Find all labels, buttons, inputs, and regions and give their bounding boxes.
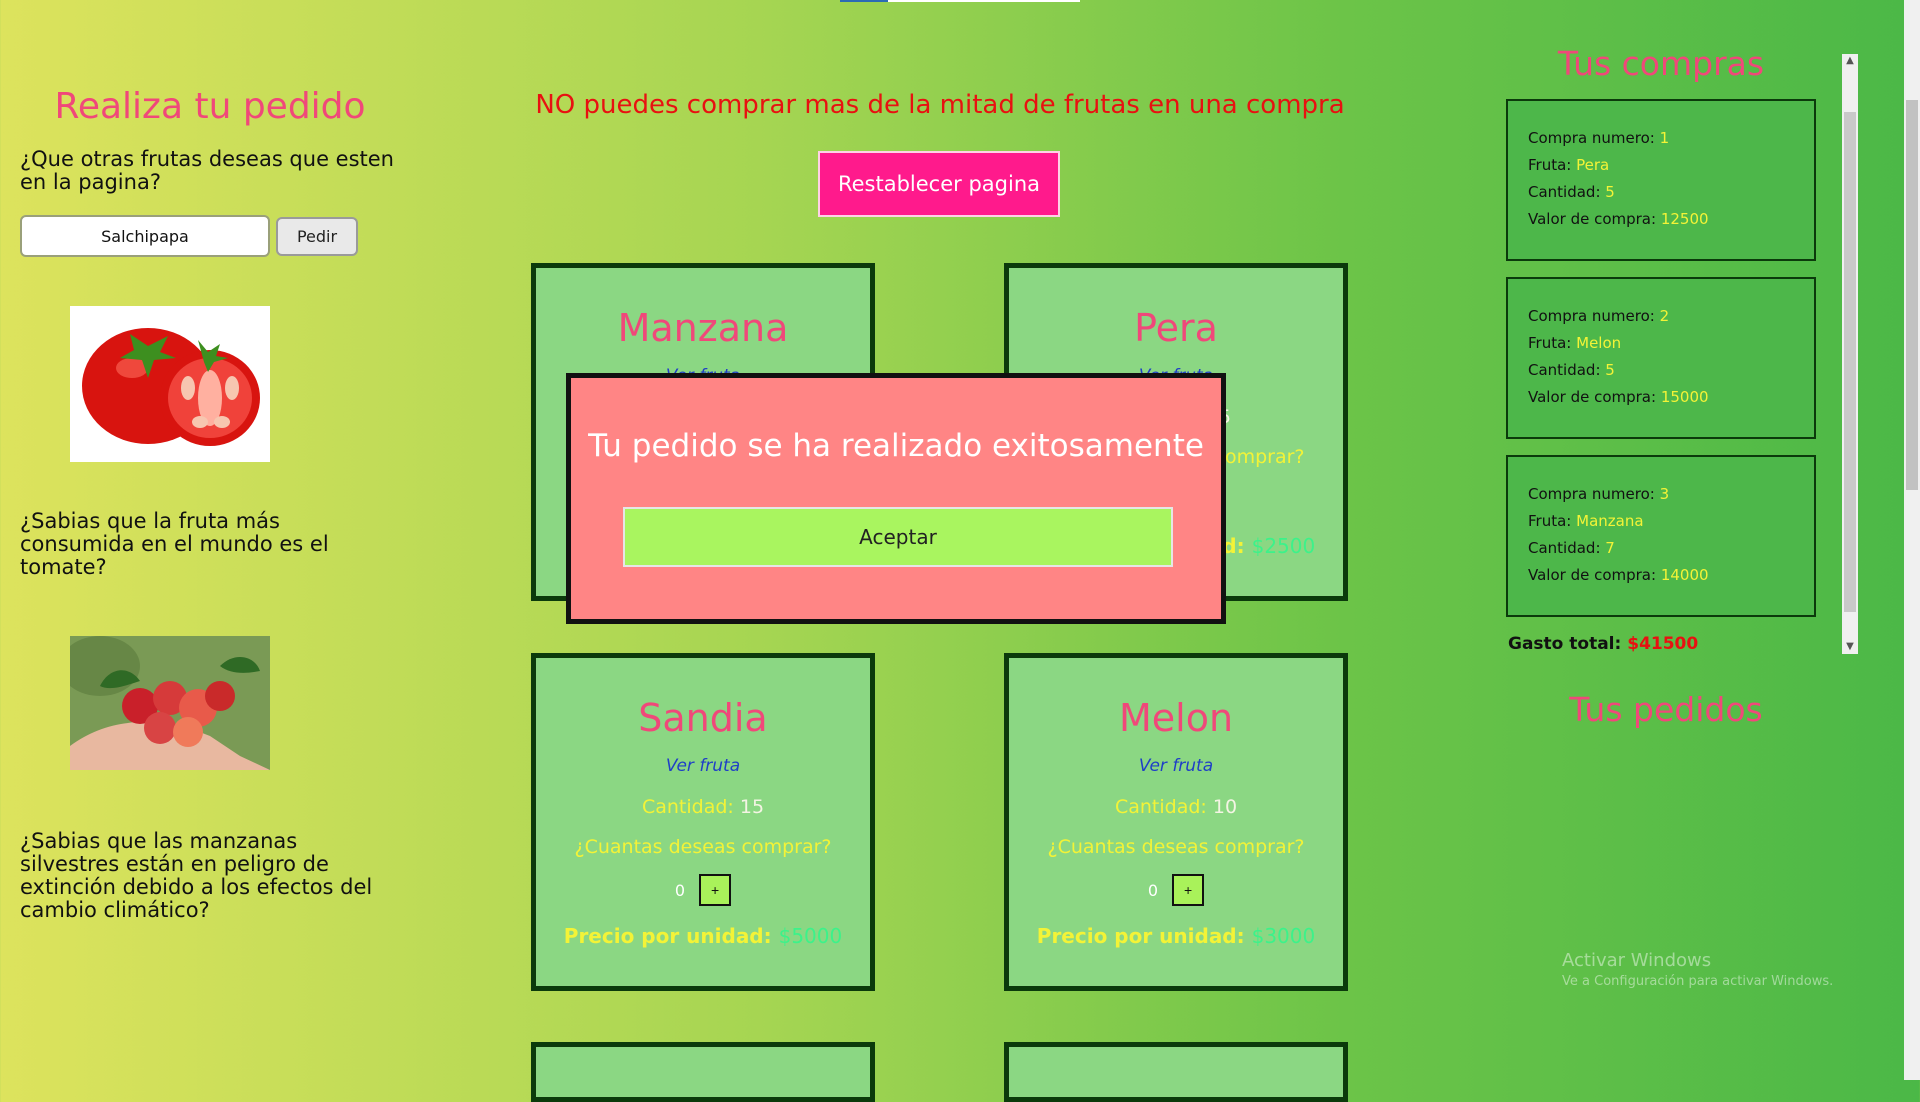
purchase-qty: Cantidad: 7 (1528, 539, 1615, 557)
how-many-question: ¿Cuantas deseas comprar? (1047, 836, 1305, 858)
success-modal: Tu pedido se ha realizado exitosamente A… (566, 373, 1226, 624)
fruit-card-sandia: Sandia Ver fruta Cantidad: 15 ¿Cuantas d… (531, 653, 875, 991)
increment-button[interactable]: + (1172, 874, 1205, 906)
order-section-title: Realiza tu pedido (54, 86, 366, 127)
purchases-scroll-thumb[interactable] (1844, 112, 1856, 612)
apples-fact: ¿Sabias que las manzanas silvestres está… (20, 829, 373, 922)
wild-apples-image (70, 636, 270, 770)
purchase-fruit: Fruta: Melon (1528, 334, 1622, 352)
purchase-fruit: Fruta: Manzana (1528, 512, 1644, 530)
increment-button[interactable]: + (699, 874, 732, 906)
quantity-text: Cantidad: 10 (1114, 796, 1238, 818)
purchase-card: Compra numero: 1 Fruta: Pera Cantidad: 5… (1506, 99, 1816, 261)
purchase-number: Compra numero: 2 (1528, 307, 1670, 325)
purchases-title: Tus compras (1557, 44, 1765, 83)
fruit-card-partial (1004, 1042, 1348, 1102)
scroll-up-icon[interactable]: ▲ (1842, 54, 1858, 68)
fruit-request-input[interactable] (20, 215, 270, 257)
fruit-name: Sandia (638, 696, 768, 740)
quantity-text: Cantidad: 15 (641, 796, 765, 818)
fruit-card-melon: Melon Ver fruta Cantidad: 10 ¿Cuantas de… (1004, 653, 1348, 991)
how-many-question: ¿Cuantas deseas comprar? (574, 836, 832, 858)
see-fruit-link[interactable]: Ver fruta (536, 756, 870, 776)
page-scroll-thumb[interactable] (1906, 100, 1918, 490)
purchase-number: Compra numero: 3 (1528, 485, 1670, 503)
quantity-stepper: 0 + (1009, 874, 1343, 906)
orders-title: Tus pedidos (1569, 690, 1763, 729)
fruit-name: Melon (1118, 696, 1234, 740)
tomato-fact: ¿Sabias que la fruta más consumida en el… (20, 509, 329, 579)
purchase-qty: Cantidad: 5 (1528, 183, 1615, 201)
unit-price: Precio por unidad: $5000 (563, 924, 843, 948)
unit-price: Precio por unidad: $3000 (1036, 924, 1316, 948)
accept-button[interactable]: Aceptar (623, 507, 1173, 567)
see-fruit-link[interactable]: Ver fruta (1009, 756, 1343, 776)
reset-page-button[interactable]: Restablecer pagina (818, 151, 1060, 217)
purchase-fruit: Fruta: Pera (1528, 156, 1610, 174)
purchase-limit-warning: NO puedes comprar mas de la mitad de fru… (535, 90, 1345, 120)
top-tab-indicator (840, 0, 888, 2)
purchase-number: Compra numero: 1 (1528, 129, 1670, 147)
quantity-stepper: 0 + (536, 874, 870, 906)
purchase-value: Valor de compra: 14000 (1528, 566, 1709, 584)
purchase-qty: Cantidad: 5 (1528, 361, 1615, 379)
fruit-name: Pera (1134, 306, 1218, 350)
tomato-image (70, 306, 270, 462)
windows-activation-watermark: Activar Windows (1562, 950, 1712, 971)
success-message: Tu pedido se ha realizado exitosamente (588, 428, 1204, 464)
top-tab-line (888, 0, 1080, 2)
total-spent: Gasto total: $41500 (1508, 634, 1699, 654)
fruit-card-partial (531, 1042, 875, 1102)
fruit-name: Manzana (617, 306, 789, 350)
purchase-card: Compra numero: 2 Fruta: Melon Cantidad: … (1506, 277, 1816, 439)
purchase-count: 0 (1147, 880, 1159, 900)
order-button[interactable]: Pedir (276, 217, 358, 256)
windows-activation-hint: Ve a Configuración para activar Windows. (1562, 974, 1834, 989)
purchase-value: Valor de compra: 15000 (1528, 388, 1709, 406)
fruit-request-question: ¿Que otras frutas deseas que esten en la… (20, 147, 394, 194)
purchase-card: Compra numero: 3 Fruta: Manzana Cantidad… (1506, 455, 1816, 617)
scroll-down-icon[interactable]: ▼ (1842, 640, 1858, 654)
purchase-value: Valor de compra: 12500 (1528, 210, 1709, 228)
purchase-count: 0 (674, 880, 686, 900)
